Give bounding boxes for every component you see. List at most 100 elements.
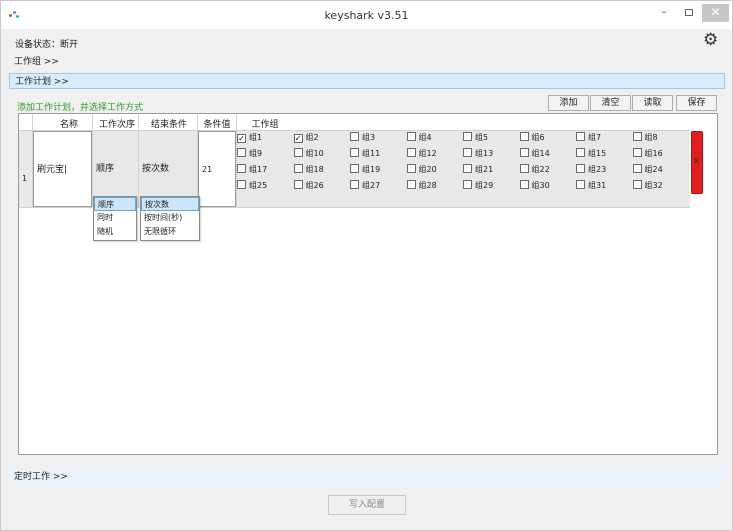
checkbox-icon[interactable] bbox=[293, 164, 303, 173]
checkbox-icon[interactable] bbox=[576, 164, 585, 173]
group-label: 组21 bbox=[475, 165, 494, 174]
checkbox-checked-icon[interactable]: ✓ bbox=[293, 134, 303, 143]
group-label: 组24 bbox=[644, 165, 663, 174]
checkbox-icon[interactable] bbox=[519, 132, 529, 141]
checkbox-icon[interactable] bbox=[463, 164, 472, 173]
group-checkbox[interactable]: ✓ 组2 bbox=[293, 131, 350, 145]
group-checkbox[interactable]: 组21 bbox=[463, 163, 519, 177]
read-button[interactable]: 读取 bbox=[632, 95, 673, 111]
group-checkbox[interactable]: 组26 bbox=[293, 179, 350, 193]
checkbox-icon[interactable] bbox=[632, 180, 642, 189]
condition-value-input[interactable]: 21 bbox=[198, 131, 236, 207]
checkbox-icon[interactable] bbox=[463, 148, 472, 157]
close-button[interactable]: ✕ bbox=[702, 4, 729, 22]
group-checkbox[interactable]: 组18 bbox=[293, 163, 350, 177]
checkbox-checked-icon[interactable]: ✓ bbox=[237, 134, 246, 143]
write-config-button[interactable]: 写入配置 bbox=[328, 495, 406, 515]
group-checkbox[interactable]: 组6 bbox=[519, 131, 576, 145]
group-checkbox[interactable]: 组20 bbox=[406, 163, 463, 177]
group-checkbox[interactable]: 组24 bbox=[632, 163, 689, 177]
group-checkbox[interactable]: 组12 bbox=[406, 147, 463, 161]
group-checkbox[interactable]: 组7 bbox=[576, 131, 632, 145]
end-option[interactable]: 按次数 bbox=[141, 197, 199, 211]
group-checkbox[interactable]: 组25 bbox=[237, 179, 293, 193]
checkbox-icon[interactable] bbox=[237, 180, 246, 189]
checkbox-icon[interactable] bbox=[406, 148, 416, 157]
group-checkbox[interactable]: 组17 bbox=[237, 163, 293, 177]
group-checkbox[interactable]: 组29 bbox=[463, 179, 519, 193]
name-input[interactable]: 刷元宝| bbox=[33, 131, 92, 207]
group-checkbox[interactable]: 组3 bbox=[350, 131, 406, 145]
order-option[interactable]: 顺序 bbox=[94, 197, 136, 211]
group-label: 组11 bbox=[362, 149, 381, 158]
group-checkbox[interactable]: 组30 bbox=[519, 179, 576, 193]
checkbox-icon[interactable] bbox=[350, 164, 359, 173]
group-checkbox[interactable]: 组14 bbox=[519, 147, 576, 161]
group-checkbox[interactable]: 组16 bbox=[632, 147, 689, 161]
checkbox-icon[interactable] bbox=[406, 164, 416, 173]
group-label: 组23 bbox=[588, 165, 607, 174]
group-checkbox[interactable]: 组13 bbox=[463, 147, 519, 161]
save-button[interactable]: 保存 bbox=[676, 95, 717, 111]
group-checkbox[interactable]: 组10 bbox=[293, 147, 350, 161]
checkbox-icon[interactable] bbox=[463, 132, 472, 141]
group-checkbox[interactable]: 组5 bbox=[463, 131, 519, 145]
group-label: 组22 bbox=[531, 165, 550, 174]
group-checkbox[interactable]: 组4 bbox=[406, 131, 463, 145]
checkbox-icon[interactable] bbox=[406, 132, 416, 141]
end-option[interactable]: 按时间(秒) bbox=[141, 211, 199, 225]
checkbox-icon[interactable] bbox=[632, 164, 642, 173]
checkbox-icon[interactable] bbox=[632, 132, 642, 141]
delete-row-button[interactable]: x bbox=[691, 131, 703, 194]
group-checkbox[interactable]: 组23 bbox=[576, 163, 632, 177]
group-label: 组16 bbox=[644, 149, 663, 158]
column-divider bbox=[236, 114, 237, 208]
section-work-group[interactable]: 工作组 >> bbox=[9, 54, 725, 70]
order-dropdown: 顺序 同时 随机 bbox=[93, 196, 137, 241]
checkbox-icon[interactable] bbox=[519, 164, 529, 173]
order-option[interactable]: 随机 bbox=[94, 225, 136, 239]
checkbox-icon[interactable] bbox=[237, 164, 246, 173]
gear-icon[interactable]: ⚙ bbox=[703, 31, 721, 49]
group-checkbox[interactable]: 组9 bbox=[237, 147, 293, 161]
checkbox-icon[interactable] bbox=[576, 132, 585, 141]
checkbox-icon[interactable] bbox=[519, 180, 529, 189]
checkbox-icon[interactable] bbox=[463, 180, 472, 189]
group-checkbox[interactable]: 组8 bbox=[632, 131, 689, 145]
group-checkbox[interactable]: 组28 bbox=[406, 179, 463, 193]
checkbox-icon[interactable] bbox=[406, 180, 416, 189]
checkbox-icon[interactable] bbox=[350, 148, 359, 157]
group-label: 组5 bbox=[475, 133, 489, 142]
checkbox-icon[interactable] bbox=[632, 148, 642, 157]
checkbox-icon[interactable] bbox=[293, 180, 303, 189]
group-checkbox[interactable]: 组15 bbox=[576, 147, 632, 161]
checkbox-icon[interactable] bbox=[576, 148, 585, 157]
maximize-button[interactable] bbox=[677, 4, 701, 22]
minimize-button[interactable]: – bbox=[652, 4, 676, 22]
add-button[interactable]: 添加 bbox=[548, 95, 589, 111]
section-timed-work[interactable]: 定时工作 >> bbox=[9, 469, 725, 485]
checkbox-icon[interactable] bbox=[576, 180, 585, 189]
group-label: 组19 bbox=[362, 165, 381, 174]
group-checkbox[interactable]: 组19 bbox=[350, 163, 406, 177]
checkbox-icon[interactable] bbox=[350, 180, 359, 189]
checkbox-icon[interactable] bbox=[293, 148, 303, 157]
group-label: 组18 bbox=[305, 165, 324, 174]
group-checkbox[interactable]: 组32 bbox=[632, 179, 689, 193]
end-option[interactable]: 无限循环 bbox=[141, 225, 199, 239]
group-label: 组30 bbox=[531, 181, 550, 190]
group-checkbox[interactable]: 组31 bbox=[576, 179, 632, 193]
checkbox-icon[interactable] bbox=[350, 132, 359, 141]
order-option[interactable]: 同时 bbox=[94, 211, 136, 225]
clear-button[interactable]: 清空 bbox=[590, 95, 631, 111]
device-status-value: 断开 bbox=[60, 40, 79, 50]
group-label: 组4 bbox=[418, 133, 432, 142]
section-work-plan[interactable]: 工作计划 >> bbox=[9, 73, 725, 89]
group-checkbox[interactable]: 组11 bbox=[350, 147, 406, 161]
header-value: 条件值 bbox=[203, 120, 231, 130]
group-checkbox[interactable]: 组27 bbox=[350, 179, 406, 193]
group-checkbox[interactable]: ✓ 组1 bbox=[237, 131, 293, 145]
checkbox-icon[interactable] bbox=[237, 148, 246, 157]
group-checkbox[interactable]: 组22 bbox=[519, 163, 576, 177]
checkbox-icon[interactable] bbox=[519, 148, 529, 157]
